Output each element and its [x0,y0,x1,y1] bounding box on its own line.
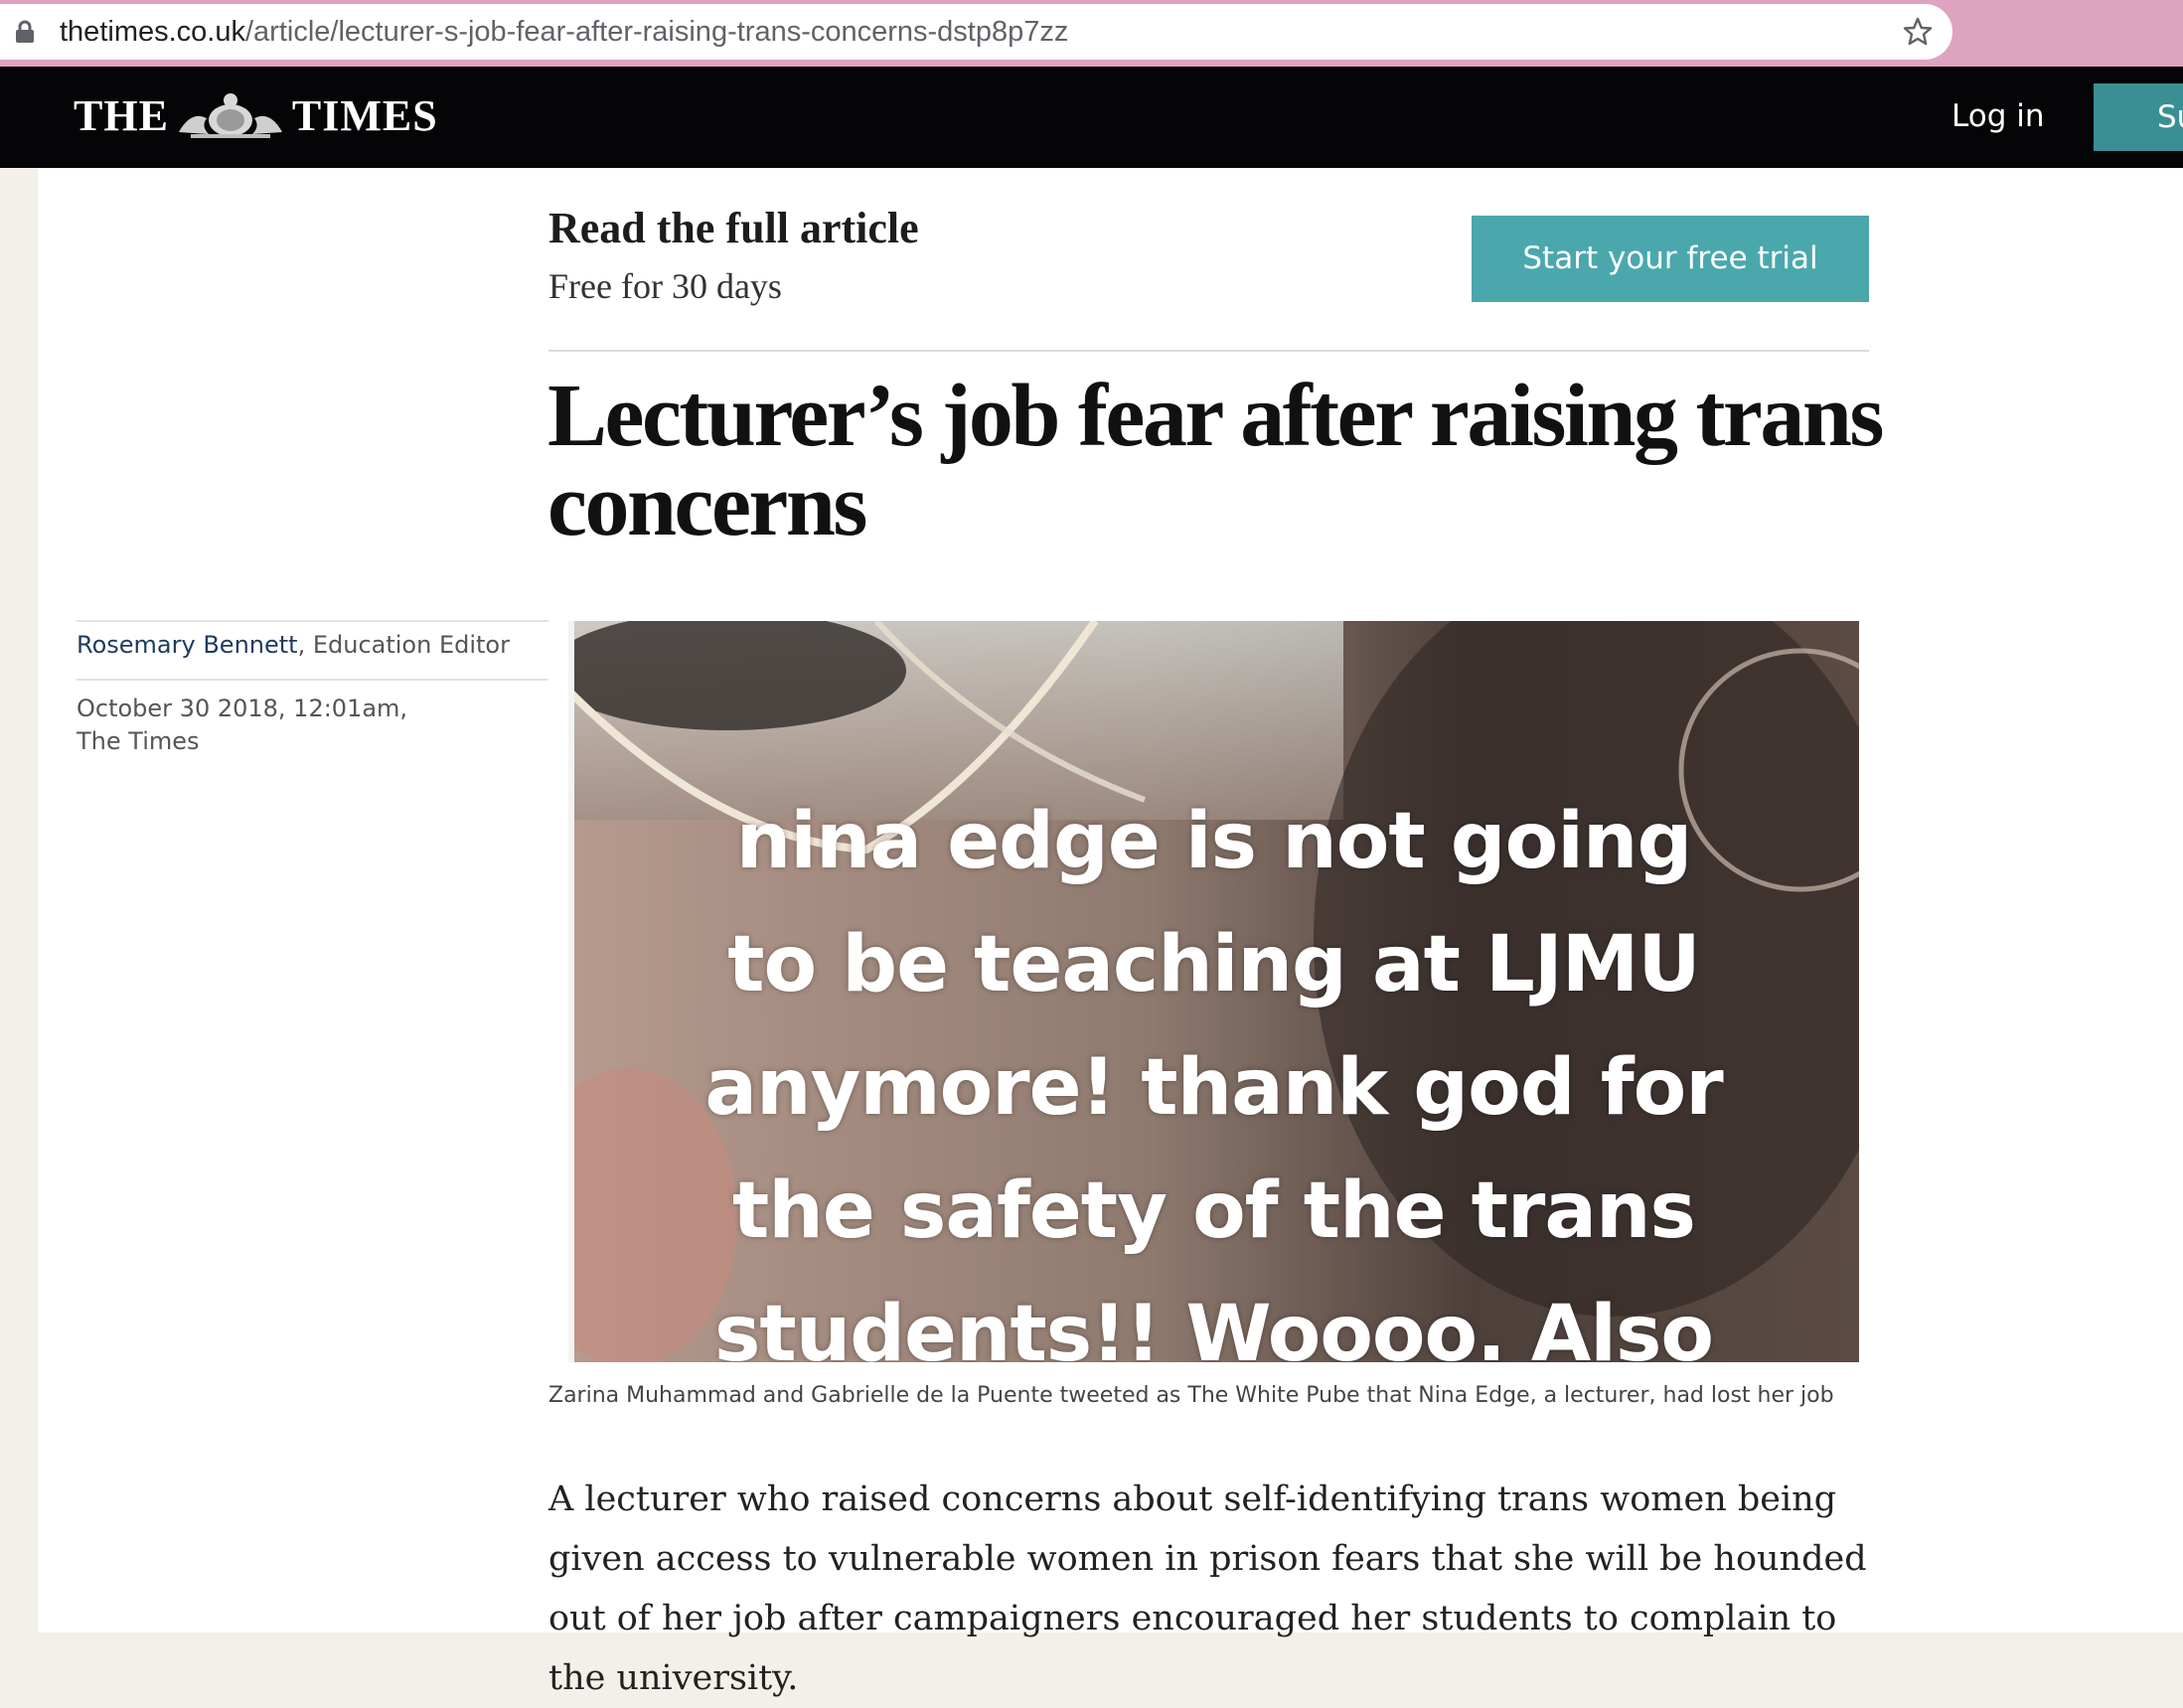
the-times-logo[interactable]: THE TIMES [74,90,438,140]
login-link[interactable]: Log in [1951,98,2044,134]
byline: Rosemary Bennett, Education Editor [77,631,510,659]
free-trial-button[interactable]: Start your free trial [1472,216,1869,302]
lock-icon[interactable] [14,20,36,44]
author-link[interactable]: Rosemary Bennett [77,631,298,659]
article-image[interactable]: nina edge is not going to be teaching at… [568,621,1859,1362]
article-headline: Lecturer’s job fear after raising trans … [547,367,1884,554]
image-caption: Zarina Muhammad and Gabrielle de la Puen… [548,1383,1834,1408]
article-body-paragraph: A lecturer who raised concerns about sel… [548,1479,1867,1698]
promo-subtitle: Free for 30 days [548,266,782,306]
publish-date: October 30 2018, 12:01am, The Times [77,695,408,755]
promo-title: Read the full article [548,204,919,252]
address-bar[interactable]: thetimes.co.uk/article/lecturer-s-job-fe… [0,4,1952,60]
byline-divider-top [77,620,548,622]
logo-word-times: TIMES [291,90,438,140]
subscribe-button[interactable]: Su [2094,83,2183,151]
star-icon[interactable] [1902,16,1934,48]
url-host: thetimes.co.uk [60,16,245,48]
promo-divider [548,350,1869,352]
browser-toolbar: thetimes.co.uk/article/lecturer-s-job-fe… [0,0,2183,67]
article-page: Read the full article Free for 30 days S… [38,168,2183,1698]
site-masthead: THE TIMES Log in Su [0,67,2183,168]
byline-divider-bottom [77,679,548,681]
royal-crest-icon [178,93,282,138]
logo-word-the: THE [74,90,169,140]
author-role: , Education Editor [297,631,510,659]
url-path: /article/lecturer-s-job-fear-after-raisi… [244,16,1069,48]
subscribe-label: Su [2157,99,2183,135]
image-overlay-text: nina edge is not going to be teaching at… [704,797,1723,1362]
url-text[interactable]: thetimes.co.uk/article/lecturer-s-job-fe… [60,16,1068,49]
